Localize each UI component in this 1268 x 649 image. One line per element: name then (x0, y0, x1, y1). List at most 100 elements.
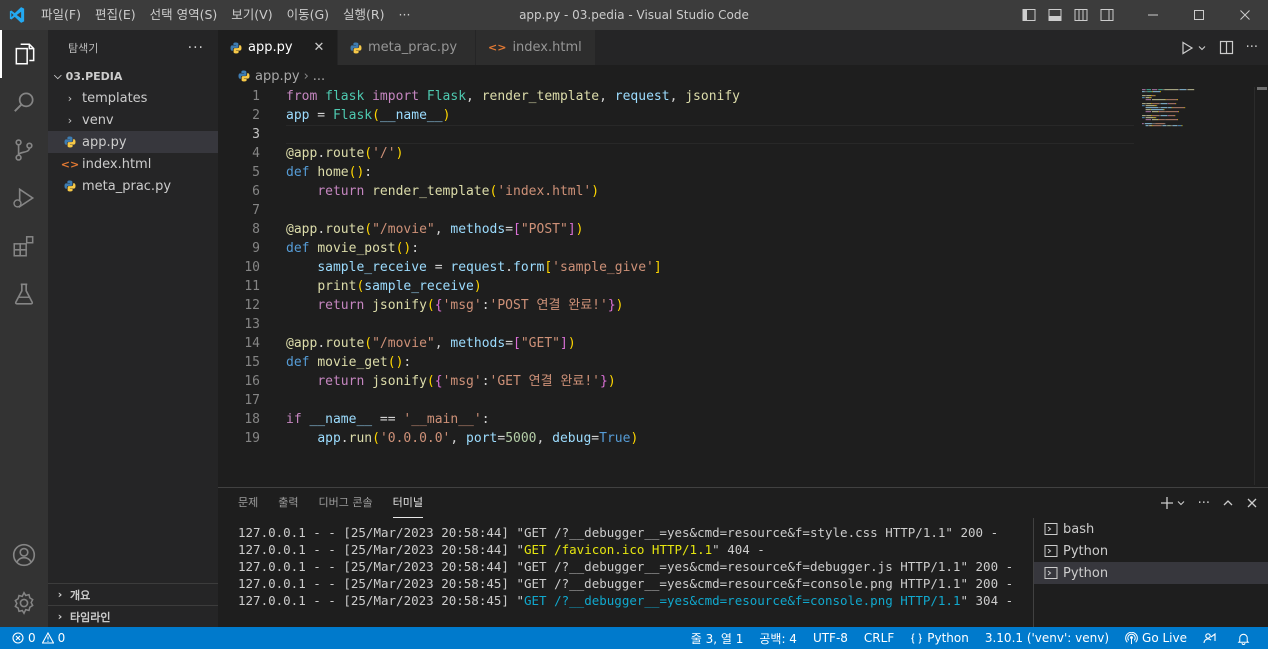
line-number: 5 (252, 165, 260, 180)
tree-item-venv[interactable]: › venv (48, 109, 218, 131)
new-terminal-icon[interactable] (1160, 496, 1186, 510)
code-line[interactable]: 18 if __name__ == '__main__': (218, 410, 1138, 429)
search-icon[interactable] (0, 78, 48, 126)
close-tab-icon[interactable]: ✕ (311, 40, 327, 55)
code-line[interactable]: 14 @app.route("/movie", methods=["GET"]) (218, 334, 1138, 353)
terminal-item-python[interactable]: Python (1034, 540, 1268, 562)
minimize-icon[interactable] (1130, 0, 1176, 30)
minimap-token (1151, 89, 1158, 91)
tree-item-app-py[interactable]: app.py (48, 131, 218, 153)
cursor-position[interactable]: 줄 3, 열 1 (683, 627, 752, 649)
minimap-token (1151, 97, 1152, 99)
minimap-token (1146, 115, 1151, 117)
code-text: app.run('0.0.0.0', port=5000, debug=True… (317, 431, 639, 446)
code-line[interactable]: 8 @app.route("/movie", methods=["POST"]) (218, 220, 1138, 239)
tab-app-py[interactable]: app.py ✕ (218, 30, 338, 65)
end-of-line[interactable]: CRLF (856, 627, 902, 649)
notifications-bell-icon[interactable] (1229, 627, 1268, 649)
outline-section[interactable]: › 개요 (48, 583, 218, 605)
code-line[interactable]: 10 sample_receive = request.form['sample… (218, 258, 1138, 277)
more-actions-icon[interactable]: ··· (1198, 496, 1210, 511)
code-text: return jsonify({'msg':'POST 연결 완료!'}) (317, 298, 624, 313)
minimap-token (1173, 115, 1175, 117)
minimap-token (1171, 107, 1173, 109)
toggle-secondary-sidebar-icon[interactable] (1068, 0, 1094, 30)
code-line[interactable]: 7 (218, 201, 1138, 220)
breadcrumb-file[interactable]: app.py (255, 69, 300, 84)
tab-index-html[interactable]: <> index.html (476, 30, 596, 65)
minimap-token (1142, 103, 1146, 105)
run-debug-icon[interactable] (0, 174, 48, 222)
terminal-item-python-active[interactable]: Python (1034, 562, 1268, 584)
menu-edit[interactable]: 편집(E) (88, 0, 143, 30)
code-line[interactable]: 3 (218, 125, 1138, 144)
code-line[interactable]: 2 app = Flask(__name__) (218, 106, 1138, 125)
terminal-item-bash[interactable]: bash (1034, 518, 1268, 540)
code-line[interactable]: 13 (218, 315, 1138, 334)
minimap-token (1151, 103, 1160, 105)
code-line[interactable]: 12 return jsonify({'msg':'POST 연결 완료!'}) (218, 296, 1138, 315)
menu-file[interactable]: 파일(F) (34, 0, 88, 30)
menu-go[interactable]: 이동(G) (280, 0, 336, 30)
tab-terminal[interactable]: 터미널 (392, 488, 423, 518)
customize-layout-icon[interactable] (1094, 0, 1120, 30)
settings-gear-icon[interactable] (0, 579, 48, 627)
tree-item-index-html[interactable]: <> index.html (48, 153, 218, 175)
code-editor[interactable]: 1 from flask import Flask, render_templat… (218, 87, 1138, 487)
extensions-icon[interactable] (0, 222, 48, 270)
code-line[interactable]: 1 from flask import Flask, render_templat… (218, 87, 1138, 106)
code-line[interactable]: 4 @app.route('/') (218, 144, 1138, 163)
code-line[interactable]: 11 print(sample_receive) (218, 277, 1138, 296)
maximize-panel-icon[interactable] (1222, 497, 1234, 509)
go-live-button[interactable]: Go Live (1117, 627, 1195, 649)
menu-selection[interactable]: 선택 영역(S) (143, 0, 225, 30)
language-mode[interactable]: Python (902, 627, 977, 649)
code-line[interactable]: 6 return render_template('index.html') (218, 182, 1138, 201)
minimap-token (1153, 117, 1156, 119)
accounts-icon[interactable] (0, 531, 48, 579)
editor-scrollbar[interactable] (1254, 87, 1268, 485)
minimap-token (1162, 89, 1165, 91)
source-control-icon[interactable] (0, 126, 48, 174)
menu-run[interactable]: 실행(R) (336, 0, 391, 30)
menu-more[interactable]: ··· (392, 0, 418, 30)
timeline-section[interactable]: › 타임라인 (48, 605, 218, 627)
code-line[interactable]: 19 app.run('0.0.0.0', port=5000, debug=T… (218, 429, 1138, 448)
tab-meta-prac-py[interactable]: meta_prac.py (338, 30, 476, 65)
code-line[interactable]: 5 def home(): (218, 163, 1138, 182)
menu-view[interactable]: 보기(V) (224, 0, 279, 30)
tree-item-templates[interactable]: › templates (48, 87, 218, 109)
problems-status[interactable]: 0 0 (12, 627, 73, 649)
code-line[interactable]: 16 return jsonify({'msg':'GET 연결 완료!'}) (218, 372, 1138, 391)
encoding[interactable]: UTF-8 (805, 627, 856, 649)
run-python-file-icon[interactable] (1180, 40, 1207, 55)
python-interpreter[interactable]: 3.10.1 ('venv': venv) (977, 627, 1117, 649)
explorer-icon[interactable] (0, 30, 48, 78)
tab-output[interactable]: 출력 (278, 488, 298, 518)
close-panel-icon[interactable] (1246, 497, 1258, 509)
indentation[interactable]: 공백: 4 (751, 627, 805, 649)
code-line[interactable]: 17 (218, 391, 1138, 410)
code-line[interactable]: 9 def movie_post(): (218, 239, 1138, 258)
explorer-more-button[interactable]: ··· (188, 40, 204, 56)
minimap-token (1151, 119, 1159, 121)
maximize-icon[interactable] (1176, 0, 1222, 30)
tree-item-meta-prac-py[interactable]: meta_prac.py (48, 175, 218, 197)
minimap[interactable] (1138, 87, 1254, 487)
tab-problems[interactable]: 문제 (238, 488, 258, 518)
code-line[interactable]: 15 def movie_get(): (218, 353, 1138, 372)
feedback-icon[interactable] (1195, 627, 1229, 649)
minimap-token (1165, 111, 1178, 113)
breadcrumb-symbols[interactable]: ... (313, 69, 325, 84)
minimap-token (1162, 125, 1167, 127)
tree-item-label: app.py (82, 134, 127, 150)
toggle-primary-sidebar-icon[interactable] (1016, 0, 1042, 30)
testing-icon[interactable] (0, 270, 48, 318)
toggle-panel-icon[interactable] (1042, 0, 1068, 30)
terminal-output[interactable]: 127.0.0.1 - - [25/Mar/2023 20:58:44] "GE… (238, 524, 1028, 609)
workspace-folder[interactable]: ⌵ 03.PEDIA (48, 65, 218, 87)
split-editor-icon[interactable] (1219, 40, 1234, 55)
more-actions-icon[interactable]: ··· (1246, 40, 1258, 55)
close-window-icon[interactable] (1222, 0, 1268, 30)
tab-debug-console[interactable]: 디버그 콘솔 (319, 488, 373, 518)
